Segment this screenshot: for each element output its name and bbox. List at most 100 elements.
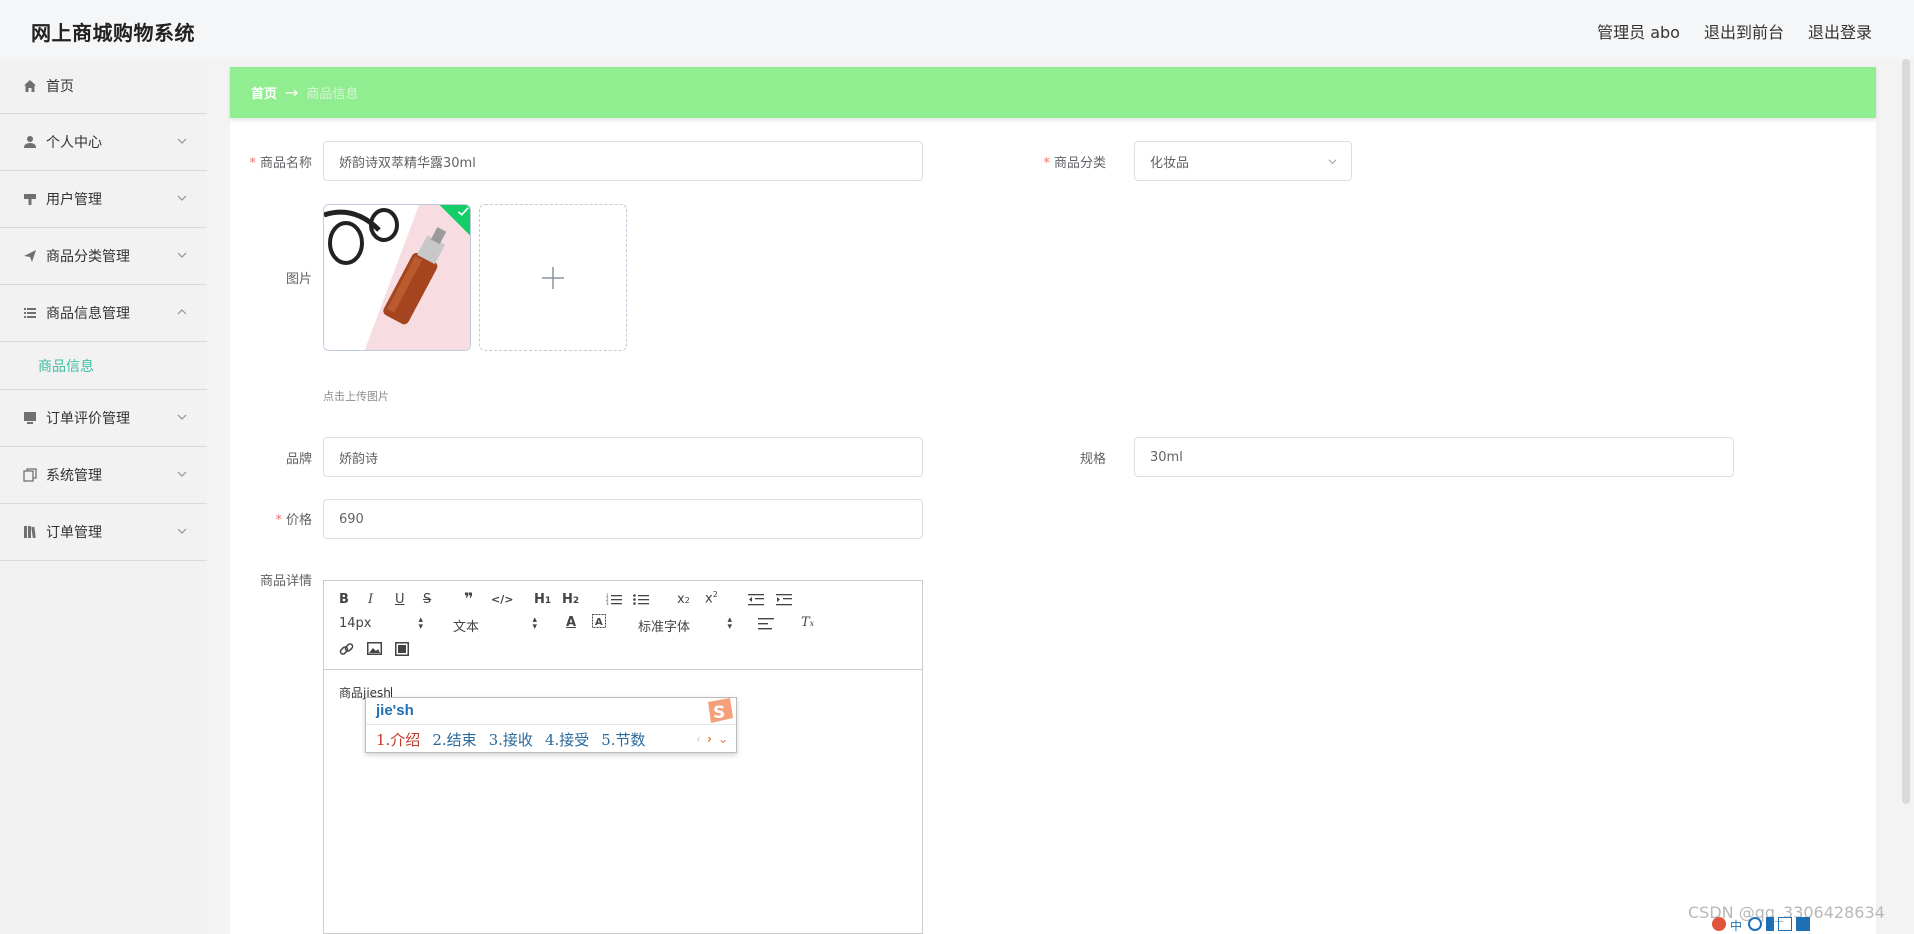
video-icon[interactable] [395,642,409,656]
indent-icon[interactable] [776,593,792,606]
svg-text:S: S [713,703,725,723]
sogou-tray-icon[interactable] [1712,917,1726,931]
brand-label: 品牌 [285,452,312,467]
link-icon[interactable] [339,642,354,657]
font-family-value: 标准字体 [638,620,691,635]
price-input[interactable]: 690 [323,499,923,539]
header-select-value: 文本 [453,620,480,635]
category-select[interactable]: 化妆品 [1134,141,1352,181]
hammer-icon [22,191,38,207]
emoji-tray-icon[interactable] [1748,917,1762,931]
copy-icon [22,467,38,483]
top-nav: 管理员 abo 退出到前台 退出登录 [1597,19,1872,43]
sogou-logo-icon: S [708,698,733,723]
breadcrumb-home[interactable]: 首页 [251,83,277,102]
bullet-list-icon[interactable] [633,593,649,606]
header-select[interactable]: 文本 ▴ ▾ [453,615,537,636]
chevron-up-icon [177,309,187,315]
admin-user-label[interactable]: 管理员 abo [1597,19,1680,43]
upload-image-button[interactable] [479,204,627,351]
clear-format-icon[interactable]: Tx [801,615,814,630]
product-photo-image [324,205,470,350]
ordered-list-icon[interactable]: 123 [606,593,622,606]
sidebar-item-personal-center[interactable]: 个人中心 [0,114,207,171]
rich-text-editor[interactable]: B I U S ❞ </> H1 H2 123 x2 x2 14px ▴ ▾ 文… [323,580,923,934]
image-icon[interactable] [367,642,382,655]
font-family-select[interactable]: 标准字体 ▴ ▾ [638,615,732,636]
spec-input[interactable]: 30ml [1134,437,1734,477]
monitor-icon [22,410,38,426]
exit-to-front-link[interactable]: 退出到前台 [1704,19,1784,43]
font-size-select[interactable]: 14px ▴ ▾ [339,616,423,632]
underline-icon[interactable]: U [395,592,405,607]
font-size-value: 14px [339,616,372,631]
chevron-down-icon [177,252,187,258]
background-color-icon[interactable]: A [592,614,606,629]
select-arrows-icon: ▴ ▾ [727,615,732,632]
italic-icon[interactable]: I [368,592,373,607]
chevron-down-icon [1328,159,1337,165]
editor-toolbar: B I U S ❞ </> H1 H2 123 x2 x2 14px ▴ ▾ 文… [324,581,922,670]
sidebar-item-user-management[interactable]: 用户管理 [0,171,207,228]
ime-composition-bar: jie'sh S [366,698,736,725]
sidebar-subitem-product-info[interactable]: 商品信息 [0,342,207,390]
sidebar-item-review-management[interactable]: 订单评价管理 [0,390,207,447]
category-label: * 商品分类 [1043,156,1106,171]
chevron-down-icon [177,471,187,477]
strikethrough-icon[interactable]: S [423,592,431,607]
blockquote-icon[interactable]: ❞ [464,589,473,608]
top-bar: 网上商城购物系统 管理员 abo 退出到前台 退出登录 [0,0,1914,59]
sidebar-item-order-management[interactable]: 订单管理 [0,504,207,561]
logout-link[interactable]: 退出登录 [1808,19,1872,43]
select-arrows-icon: ▴ ▾ [532,615,537,632]
page-scrollbar[interactable] [1902,59,1910,804]
outdent-icon[interactable] [748,593,764,606]
sidebar-item-product-management[interactable]: 商品信息管理 [0,285,207,342]
h2-icon[interactable]: H2 [562,592,579,607]
sidebar-item-label: 商品分类管理 [46,249,130,265]
ime-candidate[interactable]: 3.接收 [489,729,533,750]
ime-nav: ‹ › ⌄ [696,732,728,746]
mic-tray-icon[interactable] [1766,917,1774,931]
sidebar-item-label: 商品信息管理 [46,306,130,322]
ime-candidate[interactable]: 5.节数 [601,729,645,750]
image-label: 图片 [285,272,312,287]
h1-icon[interactable]: H1 [534,592,551,607]
subscript-icon[interactable]: x2 [677,592,690,607]
chevron-down-icon [177,414,187,420]
spec-label: 规格 [1079,452,1106,467]
ime-composition: jie'sh [376,702,414,719]
bold-icon[interactable]: B [339,592,349,607]
ime-mode-icon[interactable]: 中 [1730,917,1744,933]
chevron-down-icon [177,528,187,534]
chevron-down-icon [177,138,187,144]
svg-text:3: 3 [606,601,609,606]
home-icon [22,78,38,94]
ime-expand-icon[interactable]: ⌄ [718,732,728,746]
user-icon [22,134,38,150]
code-icon[interactable]: </> [491,593,513,606]
book-icon [22,524,38,540]
breadcrumb-separator: → [285,83,299,102]
breadcrumb-current: 商品信息 [306,87,359,102]
align-icon[interactable] [758,618,774,630]
list-icon [22,305,38,321]
superscript-icon[interactable]: x2 [705,590,718,606]
product-name-input[interactable]: 娇韵诗双萃精华露30ml [323,141,923,181]
skin-tray-icon[interactable] [1796,917,1810,931]
sidebar-item-category-management[interactable]: 商品分类管理 [0,228,207,285]
ime-prev-page-icon[interactable]: ‹ [696,732,701,746]
app-title: 网上商城购物系统 [31,21,195,45]
sidebar-item-system-management[interactable]: 系统管理 [0,447,207,504]
sidebar-item-home[interactable]: 首页 [0,59,207,114]
sidebar: 首页 个人中心 用户管理 商品分类管理 商品信息管理 商品信息 订单评价管理 系… [0,59,207,934]
keyboard-tray-icon[interactable] [1778,917,1792,931]
brand-input[interactable]: 娇韵诗 [323,437,923,477]
uploaded-product-image[interactable] [323,204,471,351]
price-label: * 价格 [275,513,312,528]
ime-candidate[interactable]: 4.接受 [545,729,589,750]
ime-next-page-icon[interactable]: › [707,732,712,746]
ime-candidate[interactable]: 2.结束 [432,729,476,750]
ime-candidate[interactable]: 1.介绍 [376,729,420,750]
font-color-icon[interactable]: A [566,615,576,630]
